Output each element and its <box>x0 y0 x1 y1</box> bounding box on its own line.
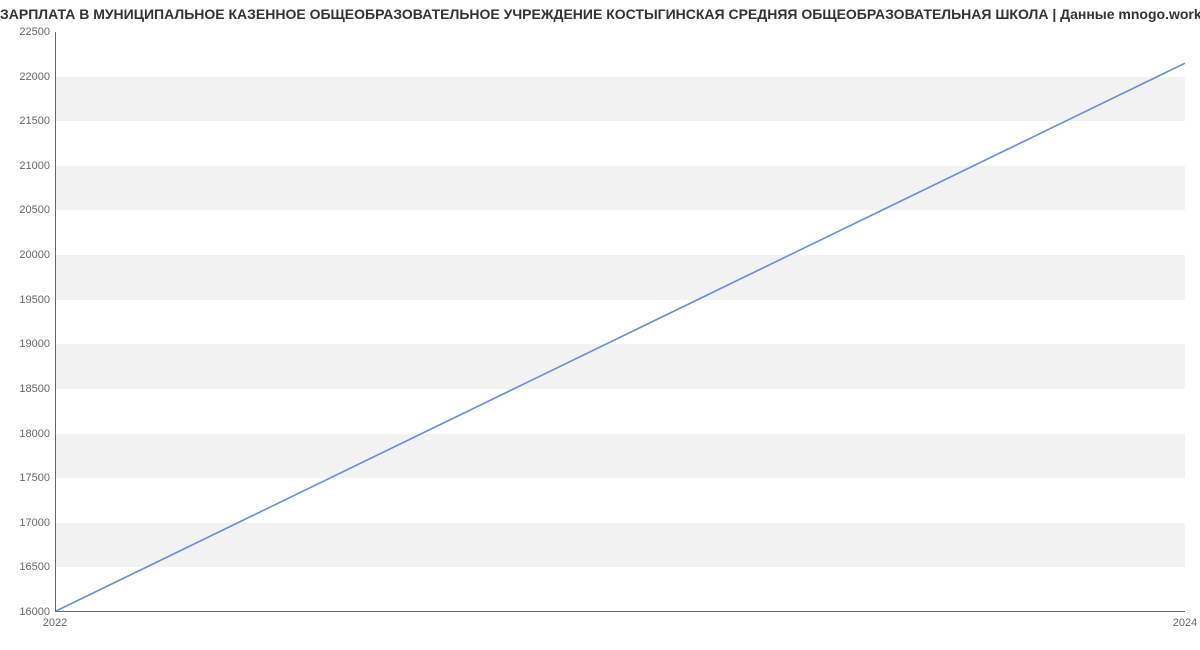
chart-container: ЗАРПЛАТА В МУНИЦИПАЛЬНОЕ КАЗЕННОЕ ОБЩЕОБ… <box>0 0 1200 650</box>
y-tick-label: 19500 <box>10 294 50 306</box>
series-line <box>56 63 1185 611</box>
y-tick-label: 22500 <box>10 26 50 38</box>
plot-area <box>55 32 1185 612</box>
y-tick-label: 20000 <box>10 249 50 261</box>
x-tick-label: 2024 <box>1173 617 1197 629</box>
y-tick-label: 19000 <box>10 338 50 350</box>
x-tick-label: 2022 <box>43 617 67 629</box>
y-tick-label: 20500 <box>10 204 50 216</box>
y-tick-label: 17500 <box>10 472 50 484</box>
chart-title: ЗАРПЛАТА В МУНИЦИПАЛЬНОЕ КАЗЕННОЕ ОБЩЕОБ… <box>0 6 1200 22</box>
y-tick-label: 17000 <box>10 517 50 529</box>
y-tick-label: 16500 <box>10 561 50 573</box>
y-tick-label: 18000 <box>10 428 50 440</box>
y-tick-label: 21500 <box>10 115 50 127</box>
y-tick-label: 18500 <box>10 383 50 395</box>
line-series <box>56 32 1185 611</box>
y-tick-label: 22000 <box>10 71 50 83</box>
y-tick-label: 21000 <box>10 160 50 172</box>
